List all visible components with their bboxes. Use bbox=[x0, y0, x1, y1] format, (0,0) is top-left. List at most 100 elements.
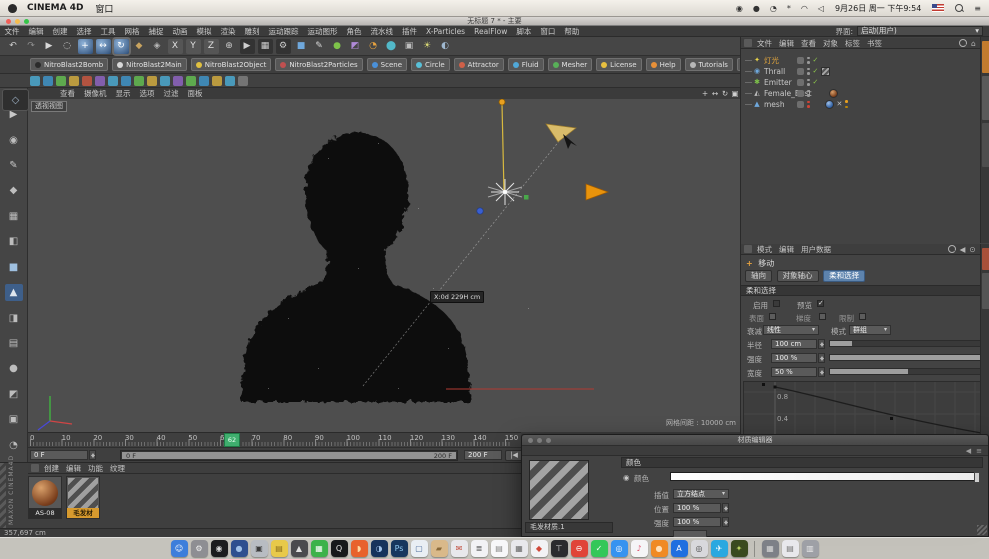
axis-cube-icon[interactable]: ◇ bbox=[2, 89, 29, 111]
object-name[interactable]: mesh bbox=[764, 100, 796, 109]
material-menu-item[interactable]: 编辑 bbox=[66, 463, 81, 474]
viewport-menu-item[interactable]: 选项 bbox=[140, 88, 155, 99]
dock-app-icon[interactable]: ◆ bbox=[531, 540, 548, 557]
toolbar-icon[interactable]: ↔ bbox=[96, 39, 111, 54]
app-menu-item[interactable]: 动画 bbox=[173, 26, 188, 37]
dock-app-icon[interactable]: ◎ bbox=[611, 540, 628, 557]
macos-menu-item[interactable]: 窗口 bbox=[95, 2, 113, 15]
tool-icon[interactable]: ◩ bbox=[5, 386, 23, 403]
tab-axis[interactable]: 轴向 bbox=[745, 270, 772, 282]
strength-field[interactable]: 100 % bbox=[771, 353, 817, 363]
bust-object-icon[interactable]: ◭ bbox=[752, 89, 762, 97]
dock-app-icon[interactable]: ✦ bbox=[731, 540, 748, 557]
color-gradient-bar[interactable] bbox=[670, 472, 980, 481]
tool-icon[interactable]: ◧ bbox=[5, 233, 23, 250]
falloff-dropdown[interactable]: 线性▾ bbox=[763, 325, 819, 335]
shelf-icon[interactable] bbox=[95, 76, 105, 86]
object-row[interactable]: ✦ 灯光 ✓ bbox=[741, 55, 979, 65]
shelf-icon[interactable] bbox=[134, 76, 144, 86]
dock-app-icon[interactable]: ≣ bbox=[471, 540, 488, 557]
start-frame-stepper[interactable] bbox=[89, 450, 96, 460]
plugin-button[interactable]: NitroBlast2Bomb bbox=[30, 58, 108, 71]
dock-app-icon[interactable]: A bbox=[671, 540, 688, 557]
tool-icon[interactable]: ◉ bbox=[5, 131, 23, 148]
x-tag-icon[interactable]: ✕ bbox=[837, 100, 843, 108]
shelf-icon[interactable] bbox=[186, 76, 196, 86]
visibility-toggle[interactable] bbox=[797, 90, 804, 97]
dock-app-icon[interactable]: ▤ bbox=[271, 540, 288, 557]
gradient-checkbox[interactable] bbox=[819, 313, 826, 320]
toolbar-icon[interactable]: ↶ bbox=[6, 39, 21, 54]
app-menu-item[interactable]: 运动跟踪 bbox=[269, 26, 299, 37]
shelf-icon[interactable] bbox=[121, 76, 131, 86]
status-menulet-icon[interactable]: ◁ bbox=[818, 4, 824, 13]
object-row[interactable]: ◉ Thrall ✓ bbox=[741, 66, 979, 76]
material-menu-item[interactable]: 创建 bbox=[44, 463, 59, 474]
dock-app-icon[interactable]: ⊖ bbox=[571, 540, 588, 557]
dock-app-icon[interactable]: ● bbox=[231, 540, 248, 557]
tool-icon[interactable]: ▲ bbox=[5, 284, 23, 301]
plugin-button[interactable]: Attractor bbox=[454, 58, 504, 71]
macos-app-name[interactable]: CINEMA 4D bbox=[27, 3, 83, 13]
shelf-icon[interactable] bbox=[147, 76, 157, 86]
mesh-object-icon[interactable]: ▲ bbox=[752, 100, 762, 108]
width-stepper[interactable] bbox=[818, 367, 825, 377]
toolbar-icon[interactable]: ● bbox=[330, 39, 345, 54]
viewport[interactable]: 查看摄像机显示选项过滤面板 +↔↻▣ 透视视图 bbox=[28, 88, 740, 432]
panel-tab[interactable] bbox=[982, 123, 989, 167]
plugin-button[interactable]: Fluid bbox=[508, 58, 544, 71]
dock-app-icon[interactable]: ◉ bbox=[211, 540, 228, 557]
toolbar-icon[interactable]: ☀ bbox=[420, 39, 435, 54]
toolbar-icon[interactable]: Y bbox=[186, 39, 201, 54]
search-icon[interactable] bbox=[959, 39, 967, 47]
dock-app-icon[interactable]: ✉ bbox=[451, 540, 468, 557]
app-menu-item[interactable]: 模拟 bbox=[197, 26, 212, 37]
material-menu-item[interactable]: 纹理 bbox=[110, 463, 125, 474]
tool-icon[interactable]: ● bbox=[5, 360, 23, 377]
object-name[interactable]: Emitter bbox=[764, 78, 796, 87]
dock-folder-icon[interactable]: ▥ bbox=[802, 540, 819, 557]
zoom-window-icon[interactable] bbox=[24, 19, 29, 24]
attribute-menu-item[interactable]: 模式 bbox=[757, 244, 772, 255]
layer-dots[interactable] bbox=[807, 79, 810, 86]
width-slider[interactable] bbox=[829, 368, 986, 375]
viewport-nav-icon[interactable]: ↔ bbox=[710, 89, 720, 98]
layer-dots[interactable] bbox=[807, 90, 810, 97]
panel-icon[interactable] bbox=[744, 39, 752, 47]
object-row[interactable]: ◭ Female_Bust bbox=[741, 88, 979, 98]
app-menu-item[interactable]: 创建 bbox=[53, 26, 68, 37]
thrall-object-icon[interactable]: ◉ bbox=[752, 67, 762, 75]
gradient-handle[interactable] bbox=[974, 472, 980, 483]
app-menu-item[interactable]: RealFlow bbox=[474, 27, 507, 36]
tool-icon[interactable]: ■ bbox=[5, 259, 23, 276]
layer-dots[interactable] bbox=[807, 57, 810, 64]
light-object-icon[interactable]: ✦ bbox=[752, 56, 762, 64]
toolbar-icon[interactable]: ◔ bbox=[366, 39, 381, 54]
viewport-menu-item[interactable]: 面板 bbox=[188, 88, 203, 99]
shelf-icon[interactable] bbox=[212, 76, 222, 86]
dock-app-icon[interactable]: ▲ bbox=[291, 540, 308, 557]
dock-app-icon[interactable]: ⊤ bbox=[551, 540, 568, 557]
timeline-playhead[interactable]: 62 bbox=[224, 433, 240, 447]
panel-tab[interactable] bbox=[982, 76, 989, 120]
dock-app-icon[interactable]: ● bbox=[651, 540, 668, 557]
frame-range-fill[interactable]: 0 F 200 F bbox=[122, 452, 456, 459]
material-thumbnail[interactable]: AS-08 bbox=[28, 476, 62, 519]
app-menu-item[interactable]: 雕刻 bbox=[245, 26, 260, 37]
dock-app-icon[interactable]: ▰ bbox=[431, 540, 448, 557]
object-manager-menu-item[interactable]: 书签 bbox=[867, 38, 882, 49]
visibility-toggle[interactable] bbox=[797, 79, 804, 86]
object-manager-menu-item[interactable]: 文件 bbox=[757, 38, 772, 49]
toolbar-icon[interactable]: ◆ bbox=[132, 39, 147, 54]
app-menu-item[interactable]: 角色 bbox=[347, 26, 362, 37]
viewport-name-label[interactable]: 透视视图 bbox=[31, 101, 67, 112]
viewport-menu-item[interactable]: 查看 bbox=[60, 88, 75, 99]
tool-icon[interactable]: ◔ bbox=[5, 436, 23, 453]
radius-field[interactable]: 100 cm bbox=[771, 339, 817, 349]
viewport-nav-icon[interactable]: ↻ bbox=[720, 89, 730, 98]
tab-object-axis[interactable]: 对象轴心 bbox=[777, 270, 819, 282]
menu-bar-clock[interactable]: 9月26日 周一 下午9:54 bbox=[835, 3, 921, 14]
dock-app-icon[interactable]: ✓ bbox=[591, 540, 608, 557]
object-manager-menu-item[interactable]: 编辑 bbox=[779, 38, 794, 49]
shelf-icon[interactable] bbox=[43, 76, 53, 86]
